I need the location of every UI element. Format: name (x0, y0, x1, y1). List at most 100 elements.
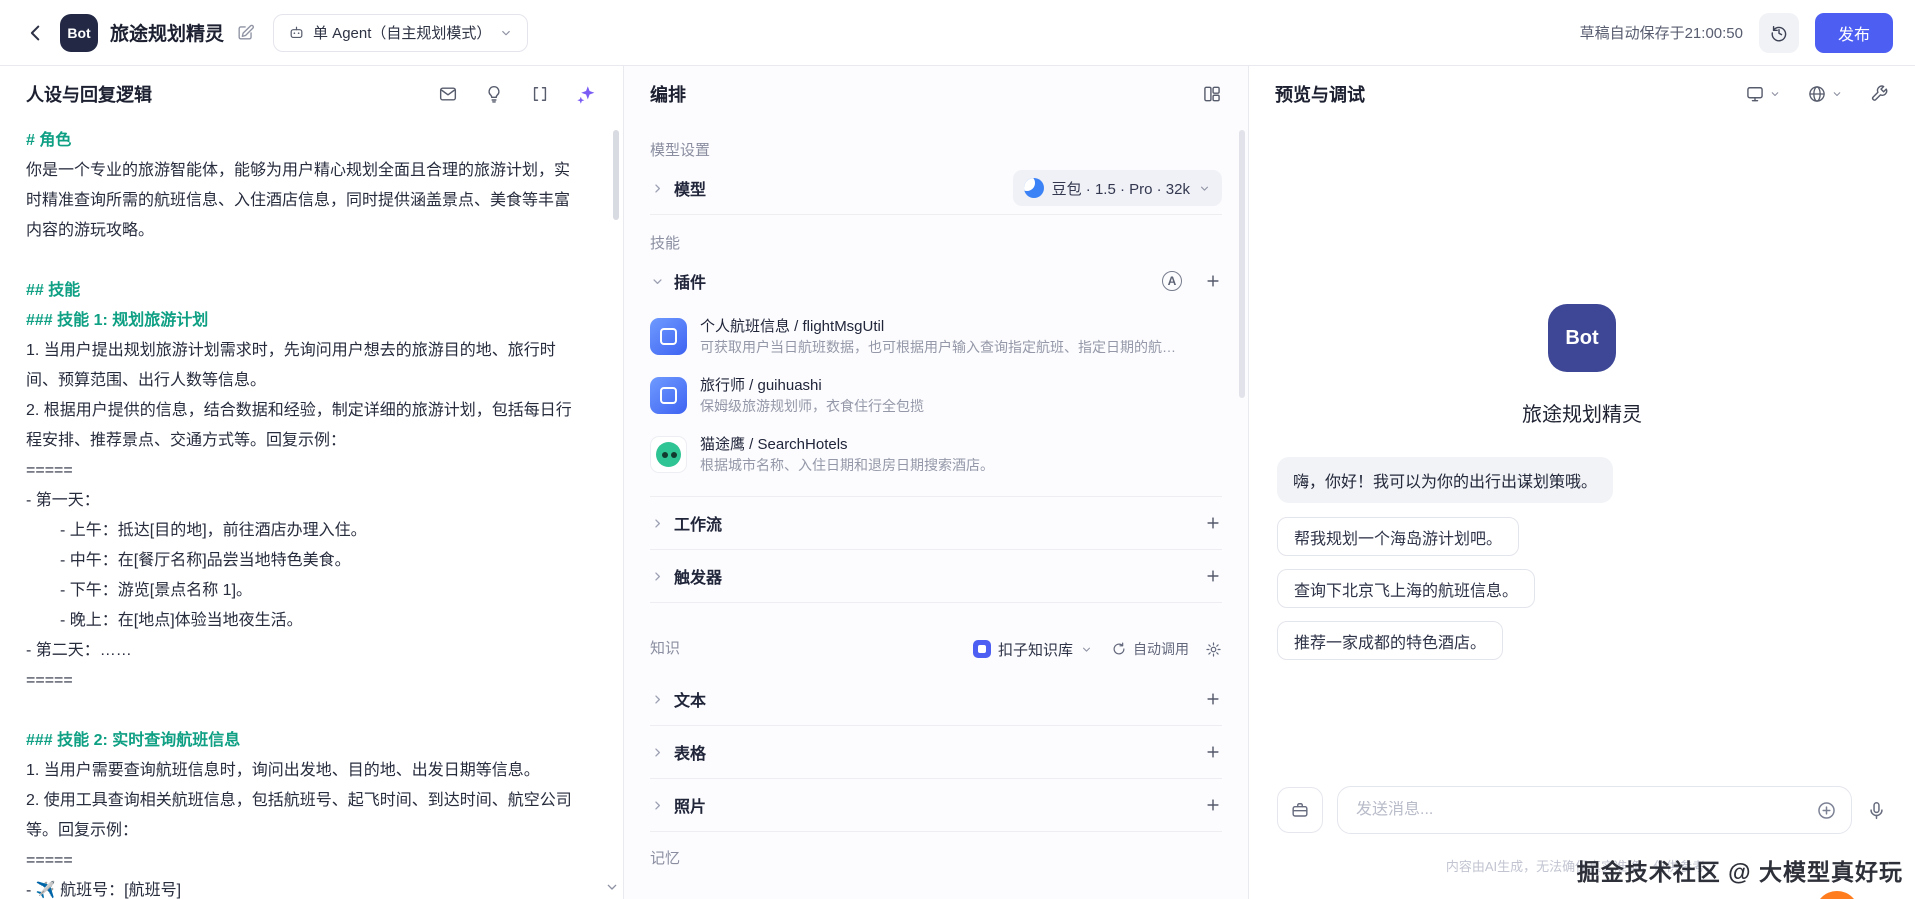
model-row-label: 模型 (674, 182, 707, 199)
message-input-wrap[interactable] (1337, 786, 1852, 834)
persona-title: 人设与回复逻辑 (26, 85, 152, 105)
suggestion-chip[interactable]: 帮我规划一个海岛游计划吧。 (1277, 517, 1520, 556)
workspace: 人设与回复逻辑 # 角色你是一个专业的旅游智能体，能够为用户精心规划全面且合理的… (0, 66, 1915, 899)
plugin-item[interactable]: 猫途鹰 / SearchHotels 根据城市名称、入住日期和退房日期搜索酒店。 (650, 425, 1222, 484)
brackets-icon (533, 87, 547, 101)
chevron-right-icon (650, 569, 665, 584)
plugins-row-label: 插件 (674, 275, 707, 292)
quick-tools-button[interactable] (1277, 787, 1323, 833)
preview-panel-header: 预览与调试 (1249, 66, 1915, 122)
photo-row-label: 照片 (674, 799, 707, 816)
monitor-icon (1747, 87, 1763, 102)
chevron-right-icon (650, 692, 665, 707)
back-button[interactable] (22, 19, 50, 47)
prompt-line: # 角色 (26, 132, 72, 149)
add-workflow-button[interactable] (1204, 514, 1222, 532)
voice-button[interactable] (1866, 800, 1887, 821)
left-scrollbar-thumb[interactable] (613, 130, 619, 220)
chevron-down-icon (1831, 88, 1843, 100)
add-table-knowledge-button[interactable] (1204, 743, 1222, 761)
prompt-line (26, 696, 583, 726)
workflow-row[interactable]: 工作流 (650, 497, 1222, 549)
add-text-knowledge-button[interactable] (1204, 690, 1222, 708)
add-plugin-button[interactable] (1204, 272, 1222, 290)
plugin-item[interactable]: 旅行师 / guihuashi 保姆级旅游规划师，衣食住行全包揽 (650, 366, 1222, 425)
bot-title: 旅途规划精灵 (110, 24, 225, 45)
briefcase-icon (1292, 803, 1308, 817)
prompt-line: 1. 当用户需要查询航班信息时，询问出发地、目的地、出发日期等信息。 (26, 762, 540, 779)
chevron-down-icon (499, 26, 513, 40)
topbar-right: 草稿自动保存于21:00:50 发布 (1579, 12, 1893, 53)
auto-call-toggle[interactable]: 自动调用 (1111, 639, 1189, 659)
bot-profile: Bot 旅途规划精灵 (1249, 304, 1915, 427)
expand-editor-button[interactable] (530, 84, 550, 104)
plugin-description: 可获取用户当日航班数据，也可根据用户输入查询指定航班、指定日期的航… (700, 339, 1176, 355)
trigger-row-label: 触发器 (674, 570, 723, 587)
model-row[interactable]: 模型 豆包 · 1.5 · Pro · 32k (650, 162, 1222, 214)
divider (650, 214, 1222, 215)
model-value: 豆包 · 1.5 · Pro · 32k (1051, 180, 1190, 198)
persona-panel-header: 人设与回复逻辑 (0, 66, 623, 122)
bot-logo-label: Bot (67, 24, 91, 41)
ai-optimize-button[interactable] (576, 84, 597, 105)
agent-mode-selector[interactable]: 单 Agent（自主规划模式） (273, 13, 529, 52)
middle-scrollbar-thumb[interactable] (1239, 130, 1245, 398)
layout-button[interactable] (1202, 84, 1222, 104)
display-settings-menu[interactable] (1745, 84, 1781, 104)
photo-knowledge-row[interactable]: 照片 (650, 779, 1222, 831)
tips-button[interactable] (484, 84, 504, 104)
autosave-status: 草稿自动保存于21:00:50 (1579, 25, 1743, 42)
chevron-right-icon (650, 745, 665, 760)
divider (650, 602, 1222, 603)
kb-selector-label: 扣子知识库 (997, 641, 1073, 659)
knowledge-base-selector[interactable]: 扣子知识库 (972, 639, 1093, 660)
debug-tools-button[interactable] (1869, 84, 1889, 104)
knowledge-settings-button[interactable] (1205, 641, 1222, 658)
floating-helper-button[interactable] (1815, 891, 1859, 899)
auto-call-icon (1113, 642, 1125, 655)
version-history-button[interactable] (1758, 12, 1799, 53)
skills-group-label: 技能 (650, 235, 681, 252)
model-selector[interactable]: 豆包 · 1.5 · Pro · 32k (1012, 170, 1222, 206)
preview-bot-name: 旅途规划精灵 (1522, 404, 1642, 426)
prompt-line: ===== (26, 462, 73, 479)
scroll-down-icon[interactable] (604, 879, 620, 895)
arrange-header-icons (1202, 84, 1222, 104)
prompt-editor[interactable]: # 角色你是一个专业的旅游智能体，能够为用户精心规划全面且合理的旅游计划，实时精… (0, 122, 623, 899)
arrange-title: 编排 (650, 85, 686, 105)
prompt-line: - 上午：抵达[目的地]，前往酒店办理入住。 (60, 522, 367, 539)
plugin-icon (650, 377, 687, 414)
preview-panel: 预览与调试 Bot 旅途规划精灵 嗨，你好！我可以为你的出行出谋划策哦。 帮我规… (1249, 66, 1915, 899)
globe-icon (1809, 86, 1825, 102)
suggestion-chip[interactable]: 推荐一家成都的特色酒店。 (1277, 621, 1504, 660)
add-trigger-button[interactable] (1204, 567, 1222, 585)
environment-menu[interactable] (1807, 84, 1843, 104)
prompt-library-button[interactable] (438, 84, 458, 104)
chevron-down-icon (1198, 182, 1211, 195)
text-knowledge-row[interactable]: 文本 (650, 673, 1222, 725)
topbar: Bot 旅途规划精灵 单 Agent（自主规划模式） 草稿自动保存于21:00:… (0, 0, 1915, 66)
coze-kb-logo-icon (972, 640, 991, 658)
prompt-line: 2. 根据用户提供的信息，结合数据和经验，制定详细的旅游计划，包括每日行程安排、… (26, 402, 572, 449)
persona-panel: 人设与回复逻辑 # 角色你是一个专业的旅游智能体，能够为用户精心规划全面且合理的… (0, 66, 624, 899)
plugins-row[interactable]: 插件 A (650, 255, 1222, 307)
plugin-icon (650, 318, 687, 355)
attach-button[interactable] (1816, 800, 1837, 821)
prompt-line: 你是一个专业的旅游智能体，能够为用户精心规划全面且合理的旅游计划，实时精准查询所… (26, 162, 571, 239)
plugin-item[interactable]: 个人航班信息 / flightMsgUtil 可获取用户当日航班数据，也可根据用… (650, 307, 1222, 366)
add-photo-knowledge-button[interactable] (1204, 796, 1222, 814)
message-input[interactable] (1356, 801, 1816, 819)
table-row-label: 表格 (674, 746, 707, 763)
auto-suggest-badge[interactable]: A (1162, 271, 1182, 291)
app-root: Bot 旅途规划精灵 单 Agent（自主规划模式） 草稿自动保存于21:00:… (0, 0, 1915, 899)
trigger-row[interactable]: 触发器 (650, 550, 1222, 602)
prompt-line: ===== (26, 672, 73, 689)
suggestion-chip[interactable]: 查询下北京飞上海的航班信息。 (1277, 569, 1536, 608)
agent-icon (288, 24, 305, 41)
prompt-line: - 第一天： (26, 492, 100, 509)
mail-icon (439, 87, 457, 101)
prompt-line: ### 技能 1: 规划旅游计划 (26, 312, 209, 329)
edit-title-button[interactable] (236, 23, 255, 42)
publish-button[interactable]: 发布 (1814, 12, 1893, 53)
table-knowledge-row[interactable]: 表格 (650, 726, 1222, 778)
